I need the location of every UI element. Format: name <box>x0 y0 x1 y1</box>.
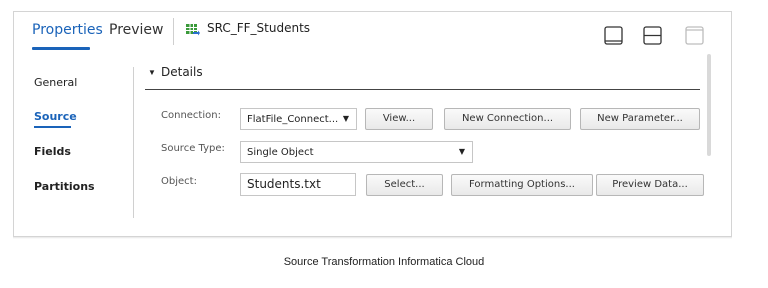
tab-properties[interactable]: Properties <box>32 22 103 38</box>
panel-shadow <box>13 237 732 239</box>
sidebar-active-indicator <box>34 126 71 128</box>
connection-select[interactable]: FlatFile_Connect... ▼ <box>240 108 357 130</box>
source-type-select-value: Single Object <box>247 147 314 158</box>
formatting-options-button[interactable]: Formatting Options... <box>451 174 593 196</box>
sidebar-item-general[interactable]: General <box>34 76 77 89</box>
properties-panel: Properties Preview SRC_FF_Students Gener… <box>13 11 732 237</box>
image-caption: Source Transformation Informatica Cloud <box>283 256 485 268</box>
new-parameter-button[interactable]: New Parameter... <box>580 108 700 130</box>
connection-select-value: FlatFile_Connect... <box>247 114 339 125</box>
select-button[interactable]: Select... <box>366 174 443 196</box>
details-divider <box>145 89 700 90</box>
layout-split-icon[interactable] <box>643 26 662 45</box>
layout-bottom-icon[interactable] <box>604 26 623 45</box>
object-input[interactable]: Students.txt <box>240 173 356 196</box>
sidebar-item-fields[interactable]: Fields <box>34 145 71 158</box>
table-icon <box>186 24 200 36</box>
sidebar-item-source[interactable]: Source <box>34 110 77 123</box>
connection-label: Connection: <box>161 110 221 121</box>
layout-full-icon[interactable] <box>685 26 704 45</box>
sidebar-item-partitions[interactable]: Partitions <box>34 180 95 193</box>
active-tab-indicator <box>32 47 90 50</box>
object-label: Object: <box>161 176 197 187</box>
vertical-scrollbar[interactable] <box>707 54 711 156</box>
source-type-label: Source Type: <box>161 143 225 154</box>
caret-down-icon[interactable]: ▼ <box>148 68 156 77</box>
header-divider <box>173 18 174 45</box>
source-type-select[interactable]: Single Object ▼ <box>240 141 473 163</box>
view-button[interactable]: View... <box>365 108 433 130</box>
dropdown-arrow-icon: ▼ <box>342 114 349 123</box>
dropdown-arrow-icon: ▼ <box>458 147 465 156</box>
details-section-title[interactable]: Details <box>161 65 203 79</box>
preview-data-button[interactable]: Preview Data... <box>596 174 704 196</box>
new-connection-button[interactable]: New Connection... <box>444 108 571 130</box>
object-title: SRC_FF_Students <box>207 21 311 35</box>
tab-preview[interactable]: Preview <box>109 22 164 38</box>
sidebar-divider <box>133 67 134 218</box>
